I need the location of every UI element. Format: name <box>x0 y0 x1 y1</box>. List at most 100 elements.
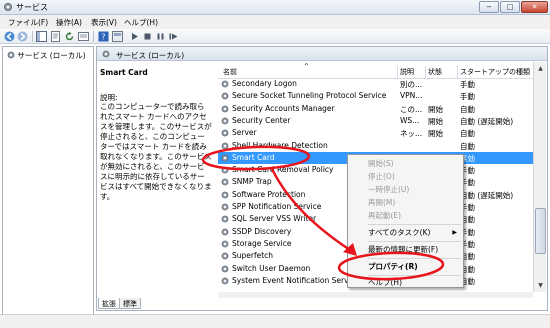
service-description: この... <box>400 104 423 114</box>
help-icon[interactable]: ? <box>98 31 109 42</box>
tree-node-services-local[interactable]: サービス (ローカル) <box>7 50 86 60</box>
service-name: System Event Notification Service <box>232 275 360 285</box>
column-header-name[interactable]: 名前 ^ <box>218 63 398 78</box>
gear-icon <box>221 154 229 162</box>
gear-icon <box>221 105 229 112</box>
start-service-icon[interactable] <box>129 31 140 42</box>
stop-service-icon[interactable] <box>142 31 153 42</box>
gear-icon <box>221 240 229 248</box>
service-startup-type: 自動 (遅延開始) <box>460 116 514 126</box>
service-name: Smart Card Removal Policy <box>232 165 334 175</box>
service-status: 開始 <box>428 104 443 114</box>
context-menu: 開始(S) 停止(O) 一時停止(U) 再開(M) 再起動(E) すべてのタスク… <box>347 154 464 288</box>
service-name: Security Accounts Manager <box>232 103 335 113</box>
service-startup-type: 自動 <box>460 141 475 151</box>
window-title: サービス <box>16 3 48 12</box>
forward-icon[interactable] <box>17 31 28 42</box>
refresh-icon[interactable] <box>64 31 75 42</box>
service-name: Smart Card <box>232 152 275 162</box>
gear-icon <box>221 117 229 125</box>
gear-icon <box>221 265 229 272</box>
service-description: WS... <box>400 115 420 125</box>
menu-item-stop[interactable]: 停止(O) <box>348 171 463 183</box>
toolbar-separator <box>93 31 94 42</box>
menu-item-label: すべてのタスク(K) <box>368 228 431 237</box>
show-tree-icon[interactable] <box>36 31 47 42</box>
submenu-arrow-icon: ▶ <box>452 229 457 236</box>
vertical-scrollbar[interactable]: ▲ ▼ <box>533 62 546 292</box>
column-header-label: 名前 <box>223 68 237 76</box>
service-description: 別の... <box>400 80 423 89</box>
pane-header-title: サービス (ローカル) <box>116 51 185 60</box>
gear-icon <box>221 166 229 174</box>
gear-icon <box>221 203 229 211</box>
close-button[interactable]: ✕ <box>521 1 548 13</box>
scroll-up-icon[interactable]: ▲ <box>535 63 546 74</box>
service-name: Storage Service <box>232 238 292 248</box>
maximize-button[interactable]: □ <box>500 1 520 13</box>
properties-sheet-icon[interactable] <box>50 31 61 42</box>
minimize-button[interactable]: − <box>479 1 499 13</box>
toolbar-separator <box>32 31 33 42</box>
service-row[interactable]: Security Center WS... 開始 自動 (遅延開始) <box>218 115 533 127</box>
gear-icon <box>102 50 110 58</box>
service-startup-type: 自動 <box>460 129 475 139</box>
column-header-description[interactable]: 説明 <box>398 66 426 78</box>
scroll-down-icon[interactable]: ▼ <box>535 280 546 291</box>
gear-icon <box>221 92 229 100</box>
gear-icon <box>221 215 229 223</box>
toolbar: ? <box>0 29 550 44</box>
service-row[interactable]: Security Accounts Manager この... 開始 自動 <box>218 103 533 115</box>
tree-pane: サービス (ローカル) <box>2 46 94 328</box>
service-row[interactable]: Shell Hardware Detection 自動 <box>218 140 533 152</box>
menu-separator <box>368 275 461 276</box>
service-row[interactable]: Secure Socket Tunneling Protocol Service… <box>218 90 533 102</box>
back-icon[interactable] <box>4 31 15 42</box>
menu-item-resume[interactable]: 再開(M) <box>348 197 463 209</box>
gear-icon <box>221 129 229 137</box>
gear-icon <box>221 252 229 260</box>
service-row[interactable]: Secondary Logon 別の... 手動 <box>218 78 533 90</box>
gear-icon <box>221 228 229 235</box>
menu-item-refresh[interactable]: 最新の情報に更新(F) <box>348 244 463 256</box>
service-name: Security Center <box>232 115 291 125</box>
menu-item-properties[interactable]: プロパティ(R) <box>348 261 463 273</box>
restart-service-icon[interactable] <box>168 31 179 42</box>
menu-item-restart[interactable]: 再起動(E) <box>348 210 463 222</box>
menu-item-start[interactable]: 開始(S) <box>348 158 463 170</box>
gear-icon <box>221 178 229 186</box>
menu-item-all-tasks[interactable]: すべてのタスク(K) ▶ <box>348 227 463 239</box>
column-header-label: 状態 <box>428 68 442 76</box>
service-name: SSDP Discovery <box>232 226 292 236</box>
menu-item-pause[interactable]: 一時停止(U) <box>348 184 463 196</box>
menu-item-help[interactable]: ヘルプ(H) <box>348 277 463 289</box>
menu-separator <box>368 224 461 225</box>
menu-view[interactable]: 表示(V) <box>91 17 117 28</box>
column-header-label: 説明 <box>400 68 414 76</box>
tab-extended[interactable]: 拡張 <box>98 298 120 309</box>
gear-icon <box>221 277 229 285</box>
gear-icon <box>7 51 15 59</box>
column-header-status[interactable]: 状態 <box>426 66 458 78</box>
gear-icon <box>221 191 229 199</box>
snapin-icon[interactable] <box>112 31 123 42</box>
menu-help[interactable]: ヘルプ(H) <box>124 17 158 28</box>
pause-service-icon[interactable] <box>155 31 166 42</box>
service-row[interactable]: Server ネッ... 開始 自動 <box>218 127 533 139</box>
menu-bar: ファイル(F) 操作(A) 表示(V) ヘルプ(H) <box>0 15 550 29</box>
scroll-thumb[interactable] <box>535 208 546 254</box>
gear-icon <box>221 80 229 88</box>
menu-separator <box>368 258 461 259</box>
service-name: Software Protection <box>232 189 306 199</box>
service-name: SQL Server VSS Writer <box>232 214 317 224</box>
service-startup-type: 自動 <box>460 104 475 114</box>
export-list-icon[interactable] <box>78 31 89 42</box>
menu-action[interactable]: 操作(A) <box>56 17 82 28</box>
menu-file[interactable]: ファイル(F) <box>8 17 48 28</box>
service-name: Secondary Logon <box>232 79 297 88</box>
service-name: Switch User Daemon <box>232 263 311 273</box>
column-header-startup-type[interactable]: スタートアップの種類 <box>458 66 533 78</box>
title-bar: サービス − □ ✕ <box>0 0 550 15</box>
horizontal-scrollbar[interactable] <box>218 292 533 298</box>
tab-standard[interactable]: 標準 <box>119 298 141 309</box>
